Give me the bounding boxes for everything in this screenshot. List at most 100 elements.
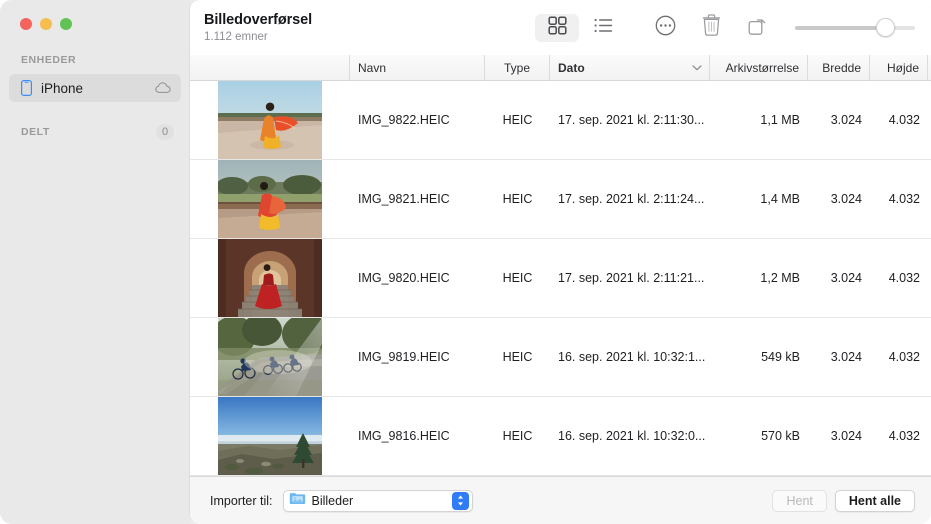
table-row[interactable]: IMG_9821.HEIC HEIC 17. sep. 2021 kl. 2:11:… xyxy=(190,160,931,239)
cell-size-text: 1,2 MB xyxy=(760,271,800,285)
cell-size: 1,2 MB xyxy=(710,239,808,318)
thumbnail-size-slider[interactable] xyxy=(795,18,915,38)
cell-date: 17. sep. 2021 kl. 2:11:21... xyxy=(550,239,710,318)
icloud-icon[interactable] xyxy=(155,82,172,94)
more-options-icon xyxy=(655,15,676,41)
column-header-label: Type xyxy=(503,61,530,75)
cell-date: 17. sep. 2021 kl. 2:11:24... xyxy=(550,160,710,239)
row-thumbnail xyxy=(190,239,350,318)
cell-width-text: 3.024 xyxy=(830,350,862,364)
image-capture-window: ENHEDER iPhone DELT 0 Billedoverførsel 1… xyxy=(0,0,931,524)
sidebar-item-iphone[interactable]: iPhone xyxy=(9,74,181,102)
cell-date-text: 17. sep. 2021 kl. 2:11:30... xyxy=(558,113,705,127)
woman-sari-garden-thumbnail[interactable] xyxy=(218,160,322,238)
cell-type: HEIC xyxy=(485,397,550,476)
woman-red-dress-stairs-thumbnail[interactable] xyxy=(218,239,322,317)
chevron-up-down-icon[interactable] xyxy=(451,491,469,510)
list-view-icon xyxy=(594,18,613,38)
cell-name: IMG_9822.HEIC xyxy=(350,81,485,160)
sidebar-section-title: ENHEDER xyxy=(21,54,77,66)
cell-name: IMG_9819.HEIC xyxy=(350,318,485,397)
column-header-width[interactable]: Bredde xyxy=(808,55,870,81)
cell-size: 549 kB xyxy=(710,318,808,397)
window-controls xyxy=(0,0,190,30)
bottom-bar-actions: Hent Hent alle xyxy=(772,477,915,524)
more-options-button[interactable] xyxy=(643,14,687,42)
column-header-size[interactable]: Arkivstørrelse xyxy=(710,55,808,81)
column-header-type[interactable]: Type xyxy=(485,55,550,81)
row-thumbnail xyxy=(190,318,350,397)
cell-date-text: 17. sep. 2021 kl. 2:11:24... xyxy=(558,192,705,206)
column-header-thumb[interactable] xyxy=(190,55,350,81)
cell-size: 570 kB xyxy=(710,397,808,476)
table-row[interactable]: IMG_9820.HEIC HEIC 17. sep. 2021 kl. 2:11:… xyxy=(190,239,931,318)
cell-date-text: 16. sep. 2021 kl. 10:32:0... xyxy=(558,429,706,443)
cell-name-text: IMG_9822.HEIC xyxy=(358,113,450,127)
cell-name: IMG_9816.HEIC xyxy=(350,397,485,476)
trash-icon xyxy=(702,14,721,41)
sidebar: ENHEDER iPhone DELT 0 xyxy=(0,0,190,524)
slider-knob[interactable] xyxy=(875,18,895,37)
cell-date: 16. sep. 2021 kl. 10:32:1... xyxy=(550,318,710,397)
cell-type: HEIC xyxy=(485,318,550,397)
cell-width: 3.024 xyxy=(808,160,870,239)
cell-type-text: HEIC xyxy=(502,350,533,364)
cell-type-text: HEIC xyxy=(502,429,533,443)
cell-size: 1,4 MB xyxy=(710,160,808,239)
cell-type-text: HEIC xyxy=(502,113,533,127)
import-destination-popup[interactable]: Billeder xyxy=(282,489,473,512)
cell-name-text: IMG_9816.HEIC xyxy=(358,429,450,443)
minimize-button[interactable] xyxy=(40,18,52,30)
grid-view-button[interactable] xyxy=(535,13,579,42)
cell-type-text: HEIC xyxy=(502,271,533,285)
column-header-label: Højde xyxy=(886,61,919,75)
toolbar-buttons xyxy=(535,0,915,55)
cell-width-text: 3.024 xyxy=(830,192,862,206)
sidebar-section-devices: ENHEDER xyxy=(0,52,190,68)
iphone-icon xyxy=(18,80,34,96)
column-header-label: Arkivstørrelse xyxy=(725,61,799,75)
page-title: Billedoverførsel xyxy=(204,11,312,28)
cell-height-text: 4.032 xyxy=(888,429,920,443)
shared-count-badge: 0 xyxy=(156,124,174,140)
delete-button[interactable] xyxy=(689,14,733,42)
cell-name-text: IMG_9819.HEIC xyxy=(358,350,450,364)
column-header-name[interactable]: Navn xyxy=(350,55,485,81)
download-button[interactable]: Hent xyxy=(772,490,827,512)
woman-orange-sari-walking-thumbnail[interactable] xyxy=(218,81,322,159)
close-button[interactable] xyxy=(20,18,32,30)
rotate-button[interactable] xyxy=(735,14,779,42)
cell-height: 4.032 xyxy=(870,318,928,397)
cell-name-text: IMG_9820.HEIC xyxy=(358,271,450,285)
pictures-folder-icon xyxy=(289,491,306,510)
cell-height-text: 4.032 xyxy=(888,113,920,127)
mountain-tree-above-clouds-thumbnail[interactable] xyxy=(218,397,322,475)
download-all-button[interactable]: Hent alle xyxy=(834,490,915,512)
list-view-button[interactable] xyxy=(581,14,625,42)
column-header-height[interactable]: Højde xyxy=(870,55,928,81)
cell-size-text: 570 kB xyxy=(761,429,800,443)
zoom-button[interactable] xyxy=(60,18,72,30)
column-header-date[interactable]: Dato xyxy=(550,55,710,81)
item-count: 1.112 emner xyxy=(204,30,268,43)
table-row[interactable]: IMG_9822.HEIC HEIC 17. sep. 2021 kl. 2:11:… xyxy=(190,81,931,160)
cell-date-text: 17. sep. 2021 kl. 2:11:21... xyxy=(558,271,705,285)
cyclists-on-misty-road-thumbnail[interactable] xyxy=(218,318,322,396)
cell-date-text: 16. sep. 2021 kl. 10:32:1... xyxy=(558,350,706,364)
cell-size-text: 1,4 MB xyxy=(760,192,800,206)
row-thumbnail xyxy=(190,397,350,476)
cell-size: 1,1 MB xyxy=(710,81,808,160)
cell-width: 3.024 xyxy=(808,397,870,476)
cell-width-text: 3.024 xyxy=(830,429,862,443)
column-header-label: Navn xyxy=(358,61,387,75)
cell-name: IMG_9821.HEIC xyxy=(350,160,485,239)
table-row[interactable]: IMG_9819.HEIC HEIC 16. sep. 2021 kl. 10:32… xyxy=(190,318,931,397)
cell-type: HEIC xyxy=(485,81,550,160)
rotate-icon xyxy=(747,15,768,41)
sidebar-section-title: DELT xyxy=(21,126,50,138)
table-row[interactable]: IMG_9816.HEIC HEIC 16. sep. 2021 kl. 10:32… xyxy=(190,397,931,476)
cell-name-text: IMG_9821.HEIC xyxy=(358,192,450,206)
main-panel: Billedoverførsel 1.112 emner Navn Type D… xyxy=(190,0,931,524)
cell-date: 17. sep. 2021 kl. 2:11:30... xyxy=(550,81,710,160)
file-list[interactable]: IMG_9822.HEIC HEIC 17. sep. 2021 kl. 2:11:… xyxy=(190,81,931,476)
